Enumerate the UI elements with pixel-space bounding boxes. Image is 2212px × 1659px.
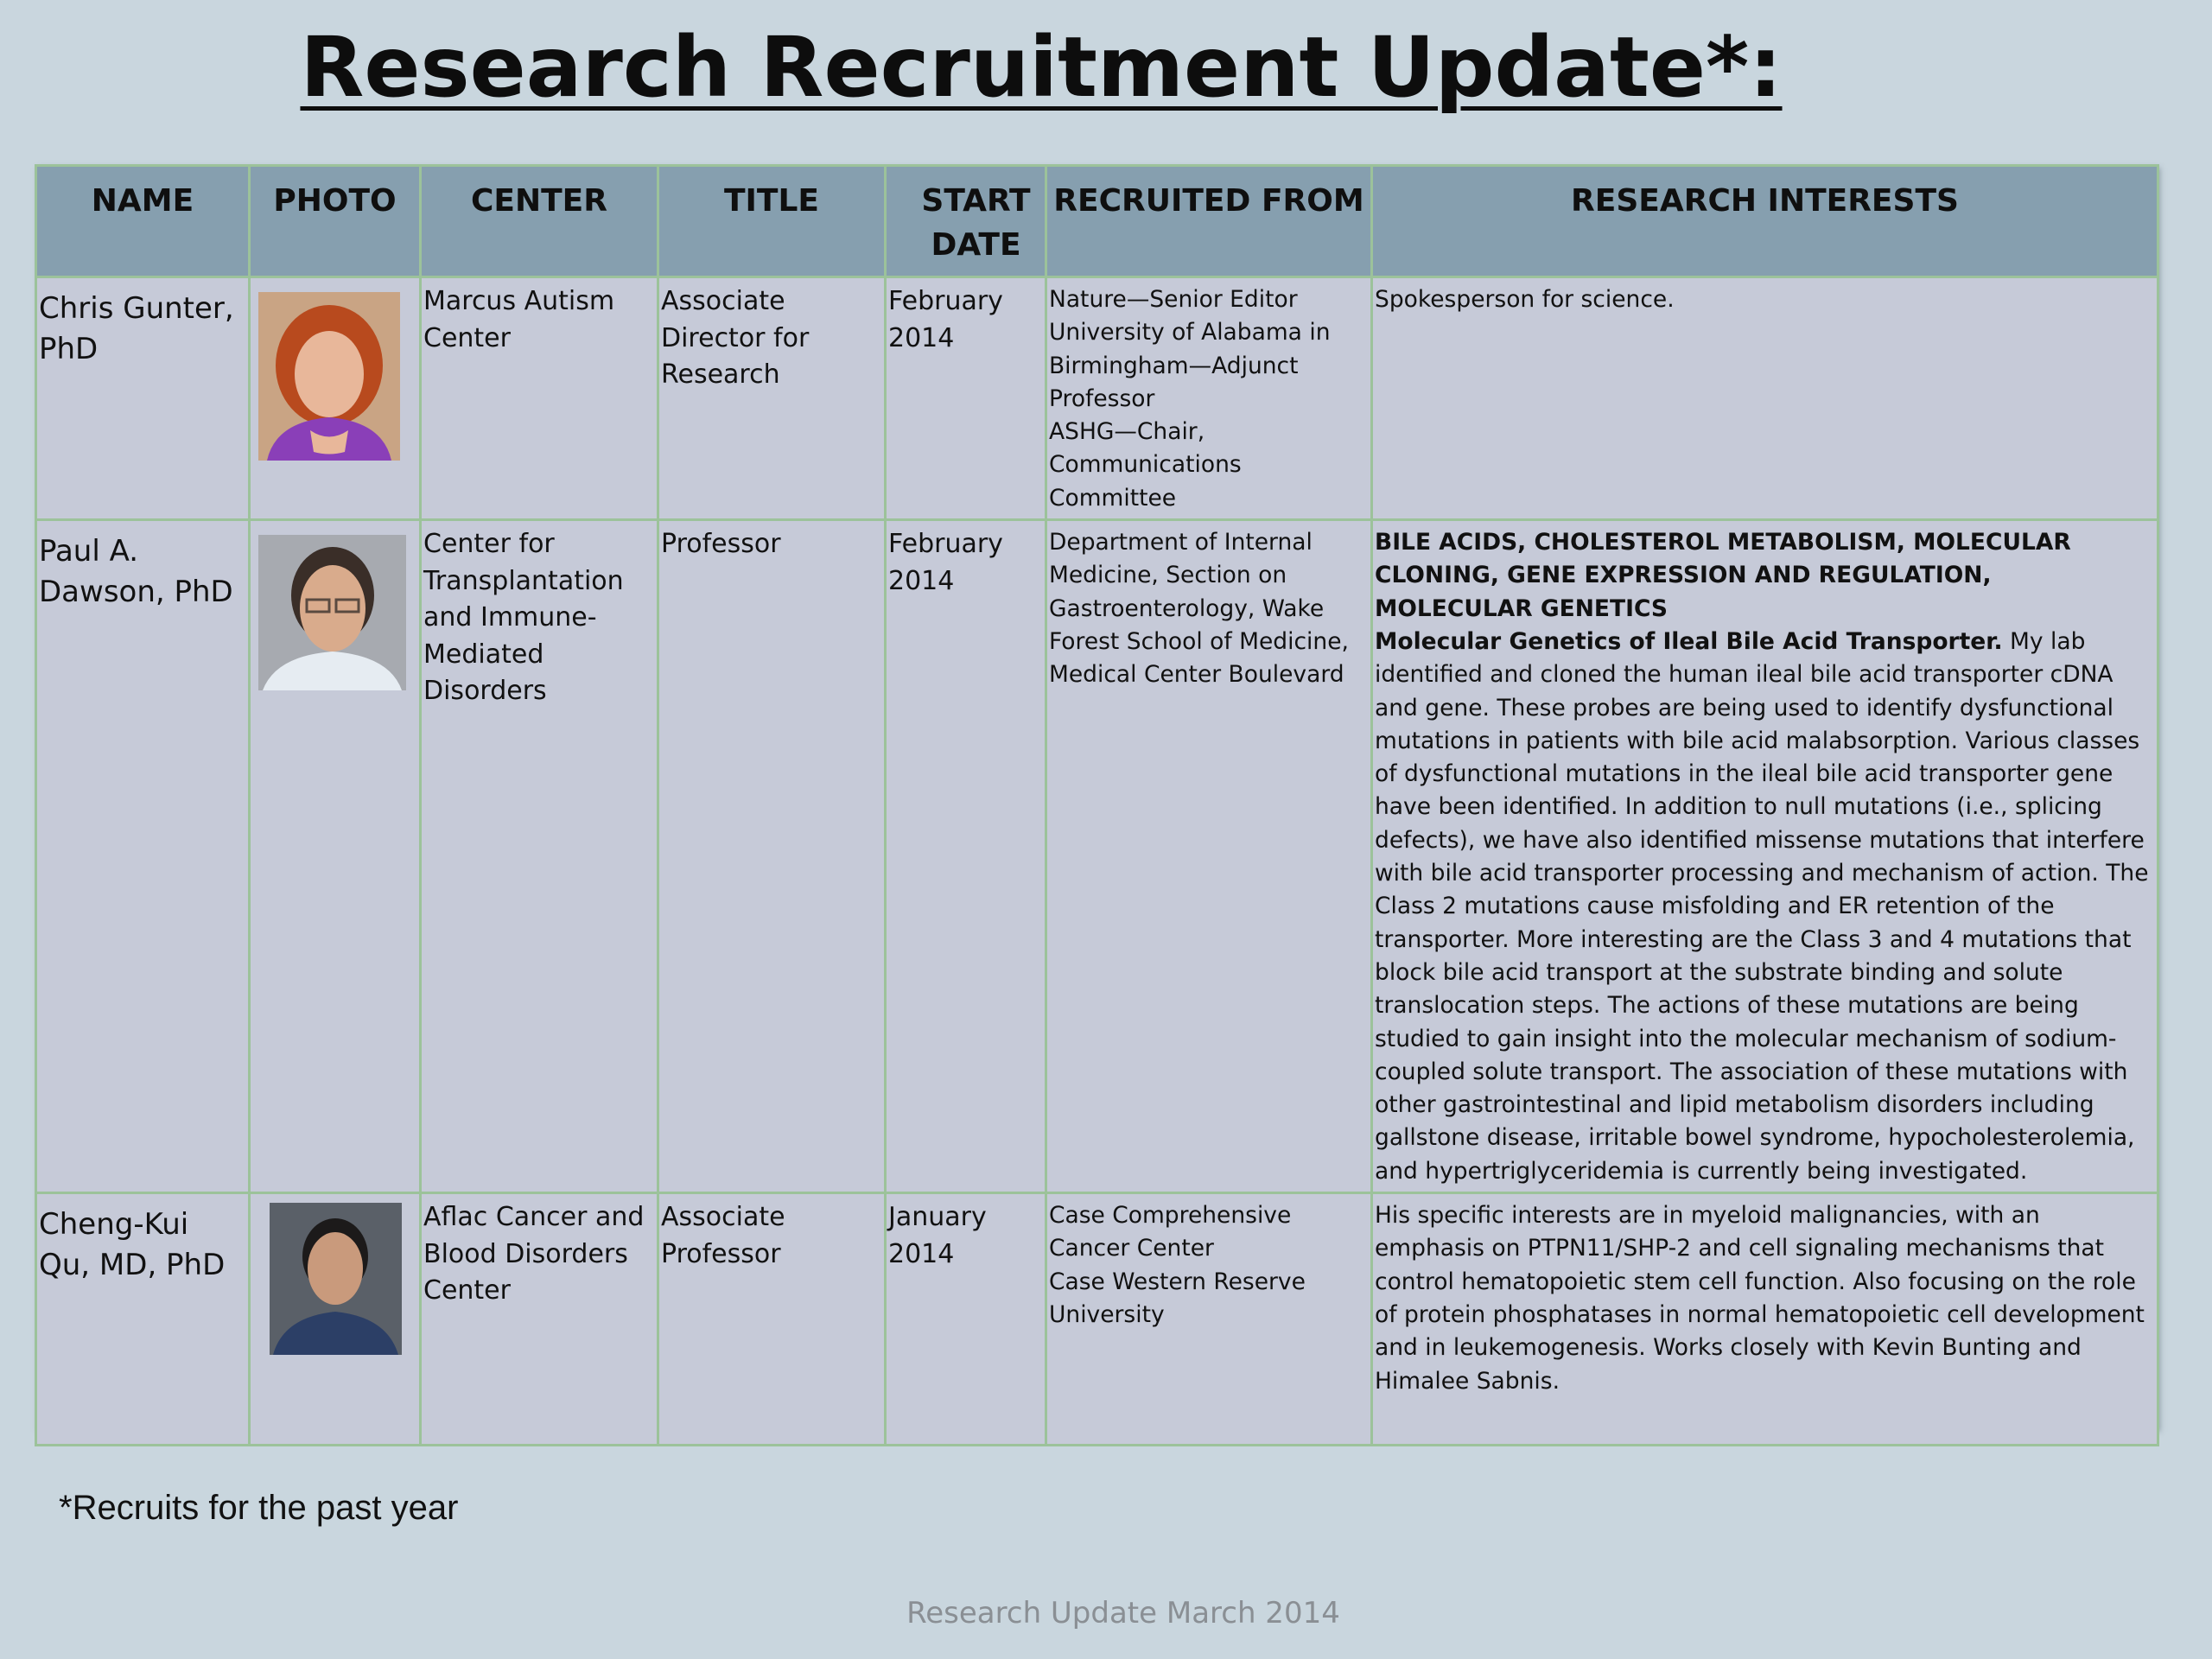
recruitment-table-container: NAME PHOTO CENTER TITLE START DATE RECRU… xyxy=(35,164,2159,1447)
cell-center: Marcus Autism Center xyxy=(419,275,659,522)
table-header-row: NAME PHOTO CENTER TITLE START DATE RECRU… xyxy=(35,164,2159,278)
cell-center: Center for Transplantation and Immune-Me… xyxy=(419,518,659,1195)
cell-title: Associate Professor xyxy=(657,1192,887,1447)
cell-research-interests: Spokesperson for science. xyxy=(1370,275,2159,522)
cell-center: Aflac Cancer and Blood Disorders Center xyxy=(419,1192,659,1447)
cell-name: Paul A. Dawson, PhD xyxy=(35,518,251,1195)
research-interests-text: Spokesperson for science. xyxy=(1375,286,1675,313)
slide-footer: Research Update March 2014 xyxy=(906,1596,1340,1630)
cell-start-date: February 2014 xyxy=(884,275,1047,522)
footnote: *Recruits for the past year xyxy=(59,1489,459,1527)
recruited-from-line: University of Alabama in Birmingham—Adju… xyxy=(1049,319,1331,412)
page-title: Research Recruitment Update*: xyxy=(300,19,1783,116)
research-interests-subheading: Molecular Genetics of Ileal Bile Acid Tr… xyxy=(1375,627,2003,655)
cell-photo xyxy=(248,275,422,522)
table-row: Chris Gunter, PhD Marcus Autism Center A… xyxy=(35,275,2159,522)
research-interests-text: His specific interests are in myeloid ma… xyxy=(1375,1202,2145,1395)
cell-photo xyxy=(248,1192,422,1447)
cell-title: Professor xyxy=(657,518,887,1195)
cell-name: Cheng-Kui Qu, MD, PhD xyxy=(35,1192,251,1447)
header-title: TITLE xyxy=(657,164,887,278)
research-interests-heading: BILE ACIDS, CHOLESTEROL METABOLISM, MOLE… xyxy=(1375,529,2071,622)
header-photo: PHOTO xyxy=(248,164,422,278)
header-center: CENTER xyxy=(419,164,659,278)
header-name: NAME xyxy=(35,164,251,278)
cell-research-interests: BILE ACIDS, CHOLESTEROL METABOLISM, MOLE… xyxy=(1370,518,2159,1195)
portrait-photo xyxy=(270,1203,402,1356)
cell-start-date: February 2014 xyxy=(884,518,1047,1195)
cell-name: Chris Gunter, PhD xyxy=(35,275,251,522)
header-research-interests: RESEARCH INTERESTS xyxy=(1370,164,2159,278)
table-row: Paul A. Dawson, PhD Center for Transplan… xyxy=(35,518,2159,1195)
table-row: Cheng-Kui Qu, MD, PhD Aflac Cancer and B… xyxy=(35,1192,2159,1447)
recruitment-table: NAME PHOTO CENTER TITLE START DATE RECRU… xyxy=(35,164,2159,1447)
cell-photo xyxy=(248,518,422,1195)
recruited-from-line: Case Comprehensive Cancer Center xyxy=(1049,1202,1292,1262)
recruited-from-line: ASHG—Chair, Communications Committee xyxy=(1049,418,1242,512)
cell-research-interests: His specific interests are in myeloid ma… xyxy=(1370,1192,2159,1447)
cell-title: Associate Director for Research xyxy=(657,275,887,522)
header-recruited-from: RECRUITED FROM xyxy=(1045,164,1373,278)
cell-recruited-from: Department of Internal Medicine, Section… xyxy=(1045,518,1373,1195)
recruited-from-line: Nature—Senior Editor xyxy=(1049,286,1298,313)
cell-recruited-from: Case Comprehensive Cancer Center Case We… xyxy=(1045,1192,1373,1447)
portrait-photo xyxy=(258,292,400,461)
portrait-photo xyxy=(258,535,406,691)
cell-start-date: January 2014 xyxy=(884,1192,1047,1447)
recruited-from-line: Department of Internal Medicine, Section… xyxy=(1049,529,1349,689)
cell-recruited-from: Nature—Senior Editor University of Alaba… xyxy=(1045,275,1373,522)
header-start-date: START DATE xyxy=(884,164,1047,278)
research-interests-text: My lab identified and cloned the human i… xyxy=(1375,627,2149,1185)
recruited-from-line: Case Western Reserve University xyxy=(1049,1268,1306,1328)
